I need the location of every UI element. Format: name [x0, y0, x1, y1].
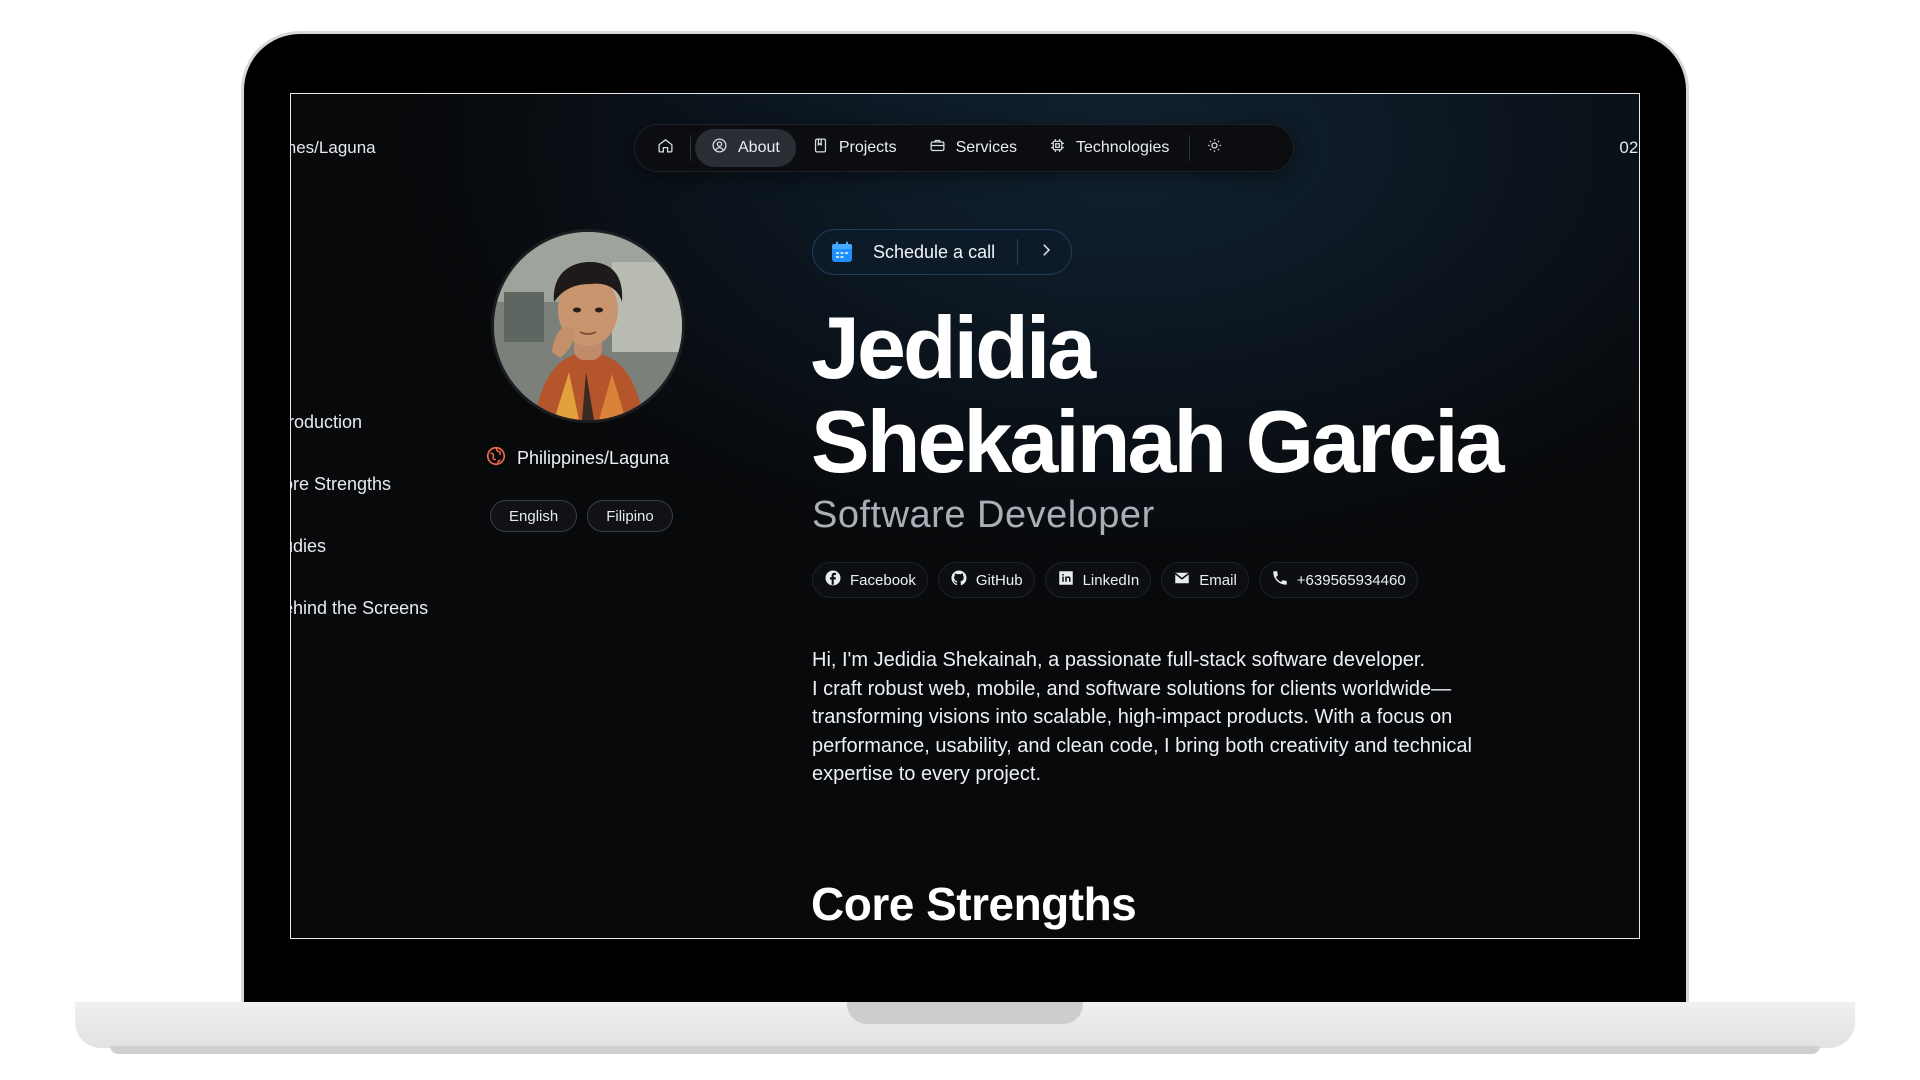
language-chip: English — [490, 500, 578, 532]
profile-location: Philippines/Laguna — [485, 445, 669, 472]
nav-about-label: About — [738, 139, 780, 156]
page-title: Jedidia Shekainah Garcia — [811, 298, 1505, 491]
calendar-icon — [829, 239, 855, 265]
nav-services[interactable]: Services — [913, 129, 1033, 167]
section-link-introduction[interactable]: troduction — [291, 412, 428, 434]
nav-divider — [1189, 135, 1191, 161]
facebook-label: Facebook — [850, 571, 916, 589]
chevron-right-icon — [1037, 241, 1055, 264]
name-line-2: Shekainah Garcia — [811, 392, 1505, 491]
language-chip: Filipino — [587, 500, 673, 532]
theme-toggle[interactable] — [1194, 129, 1235, 167]
linkedin-label: LinkedIn — [1082, 571, 1140, 589]
section-link-studies[interactable]: udies — [291, 536, 428, 558]
social-links: Facebook GitHub LinkedIn Email +63956593… — [812, 562, 1418, 598]
bio-line: I craft robust web, mobile, and software… — [812, 677, 1452, 700]
job-title: Software Developer — [812, 494, 1155, 536]
facebook-icon — [824, 569, 842, 591]
laptop-notch — [847, 1002, 1083, 1024]
avatar-photo — [494, 232, 682, 420]
section-nav: troduction ore Strengths udies ehind the… — [291, 412, 428, 660]
linkedin-icon — [1057, 569, 1075, 591]
section-heading-core-strengths: Core Strengths — [811, 878, 1137, 930]
nav-divider — [690, 135, 691, 161]
nav-about[interactable]: About — [695, 129, 796, 167]
github-link[interactable]: GitHub — [937, 562, 1035, 598]
profile-location-label: Philippines/Laguna — [517, 448, 670, 468]
bio-line: performance, usability, and clean code, … — [812, 734, 1472, 757]
github-label: GitHub — [975, 571, 1023, 589]
bio-line: Hi, I'm Jedidia Shekainah, a passionate … — [812, 649, 1426, 671]
document-icon — [812, 137, 829, 159]
bio-line: transforming visions into scalable, high… — [812, 706, 1453, 728]
nav-services-label: Services — [955, 139, 1017, 156]
section-link-behind-the-screens[interactable]: ehind the Screens — [291, 598, 428, 620]
avatar — [491, 229, 685, 423]
nav-technologies[interactable]: Technologies — [1033, 129, 1185, 167]
mail-icon — [1173, 569, 1191, 591]
location-label: ines/Laguna — [290, 138, 376, 157]
top-nav: About Projects Services Technologies — [634, 124, 1294, 172]
sun-icon — [1206, 137, 1223, 159]
phone-label: +639565934460 — [1296, 571, 1406, 589]
screen: ines/Laguna 02: About Projects Services — [290, 93, 1640, 939]
briefcase-icon — [929, 137, 946, 159]
schedule-call-label: Schedule a call — [873, 241, 996, 262]
github-icon — [950, 569, 968, 591]
name-line-1: Jedidia — [811, 298, 1096, 397]
section-link-core-strengths[interactable]: ore Strengths — [291, 474, 428, 496]
phone-icon — [1271, 569, 1289, 591]
schedule-divider — [1017, 239, 1019, 265]
globe-icon — [485, 445, 507, 472]
facebook-link[interactable]: Facebook — [812, 562, 928, 598]
nav-projects-label: Projects — [838, 139, 897, 156]
schedule-call-button[interactable]: Schedule a call — [812, 229, 1072, 275]
phone-link[interactable]: +639565934460 — [1258, 562, 1418, 598]
chip-icon — [1049, 137, 1066, 159]
email-label: Email — [1199, 571, 1237, 589]
bio-line: expertise to every project. — [812, 763, 1041, 785]
language-list: English Filipino — [490, 500, 673, 532]
email-link[interactable]: Email — [1161, 562, 1249, 598]
nav-home[interactable] — [645, 129, 686, 167]
bio-paragraph: Hi, I'm Jedidia Shekainah, a passionate … — [812, 646, 1552, 789]
linkedin-link[interactable]: LinkedIn — [1044, 562, 1152, 598]
user-circle-icon — [711, 137, 728, 159]
laptop-base-shadow — [110, 1046, 1820, 1054]
nav-projects[interactable]: Projects — [796, 129, 913, 167]
clock-label: 02: — [1619, 138, 1639, 157]
nav-technologies-label: Technologies — [1075, 139, 1170, 156]
home-icon — [657, 137, 674, 159]
